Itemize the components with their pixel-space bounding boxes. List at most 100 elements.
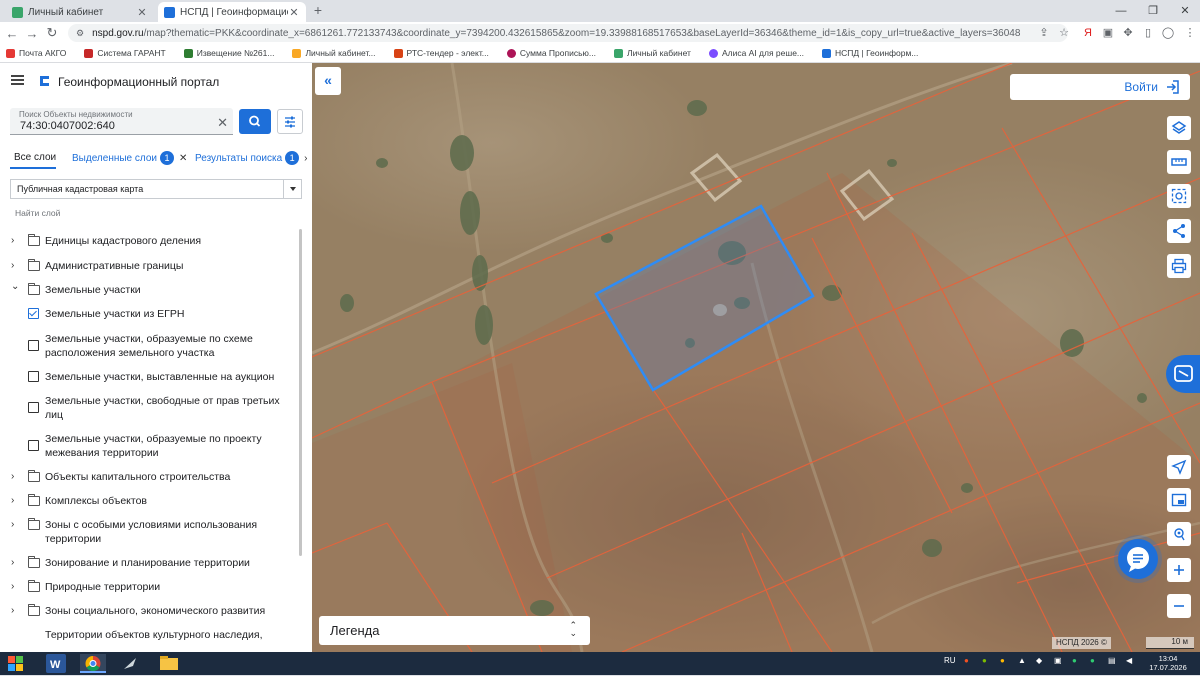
- back-icon[interactable]: ←: [2, 26, 22, 41]
- tray-icon[interactable]: ●: [1000, 656, 1005, 665]
- layer-group[interactable]: › Природные территории: [0, 580, 300, 594]
- close-icon[interactable]: ✕: [136, 6, 148, 19]
- network-icon[interactable]: ▤: [1108, 656, 1116, 665]
- panel-scrollbar[interactable]: [299, 229, 302, 556]
- layer-checkbox-item[interactable]: Земельные участки, образуемые по проекту…: [0, 432, 300, 460]
- chevron-right-icon[interactable]: ›: [11, 556, 21, 570]
- tray-icon[interactable]: ◆: [1036, 656, 1042, 665]
- layer-checkbox-item[interactable]: Земельные участки, образуемые по схеме р…: [0, 332, 300, 360]
- profile-icon[interactable]: ◯: [1160, 25, 1176, 41]
- chrome-icon[interactable]: [80, 654, 106, 673]
- menu-icon[interactable]: ⋮: [1182, 25, 1198, 41]
- rocket-app-icon[interactable]: [118, 654, 142, 673]
- chevron-right-icon[interactable]: ›: [11, 470, 21, 484]
- chat-button[interactable]: [1118, 539, 1158, 579]
- navigate-button[interactable]: [1167, 455, 1191, 479]
- extension-icon[interactable]: ▣: [1100, 25, 1116, 41]
- volume-icon[interactable]: ◀: [1126, 656, 1132, 665]
- new-tab-button[interactable]: +: [310, 3, 326, 19]
- bookmark[interactable]: НСПД | Геоинформ...: [822, 48, 918, 58]
- tray-icon[interactable]: ●: [1072, 656, 1077, 665]
- tab-search-results[interactable]: Результаты поиска 1 ›: [195, 147, 308, 169]
- close-icon[interactable]: ✕: [179, 153, 187, 164]
- layer-group[interactable]: › Комплексы объектов: [0, 494, 300, 508]
- bookmark[interactable]: Алиса AI для реше...: [708, 48, 804, 58]
- site-info-icon[interactable]: ⚙: [76, 28, 84, 39]
- yandex-icon[interactable]: Я: [1080, 25, 1096, 41]
- address-bar[interactable]: ⚙ nspd.gov.ru/map?thematic=PKK&coordinat…: [68, 24, 1068, 42]
- bookmark[interactable]: Личный кабинет: [613, 48, 691, 58]
- share-icon[interactable]: ⇪: [1036, 25, 1052, 41]
- find-layer-label[interactable]: Найти слой: [15, 208, 60, 218]
- legend-button[interactable]: Легенда ⌃ ⌄: [319, 616, 590, 645]
- layers-button[interactable]: [1167, 116, 1191, 140]
- language-indicator[interactable]: RU: [944, 656, 956, 665]
- minimap-button[interactable]: [1167, 488, 1191, 512]
- tray-icon[interactable]: ●: [1090, 656, 1095, 665]
- layer-group[interactable]: Территории объектов культурного наследия…: [0, 628, 300, 642]
- file-explorer-icon[interactable]: [156, 654, 182, 673]
- map-view[interactable]: « Войти Легенда ⌃ ⌄ НСПД 2026 © 10 м: [312, 63, 1200, 652]
- close-window-icon[interactable]: ✕: [1170, 0, 1200, 22]
- tab-selected-layers[interactable]: Выделенные слои 1 ✕: [72, 147, 187, 169]
- base-map-select[interactable]: Публичная кадастровая карта: [10, 179, 302, 199]
- print-button[interactable]: [1167, 254, 1191, 278]
- clear-icon[interactable]: ✕: [217, 115, 228, 131]
- bookmark[interactable]: Извещение №261...: [183, 48, 274, 58]
- puzzle-icon[interactable]: ✥: [1120, 25, 1136, 41]
- filter-button[interactable]: [277, 109, 303, 134]
- hamburger-menu-icon[interactable]: [11, 75, 24, 85]
- checkbox[interactable]: [28, 402, 39, 413]
- tray-icon[interactable]: ▲: [1018, 656, 1026, 665]
- collapse-panel-button[interactable]: «: [315, 67, 341, 95]
- share-button[interactable]: [1167, 219, 1191, 243]
- bookmark[interactable]: РТС-тендер - элект...: [393, 48, 489, 58]
- word-icon[interactable]: W: [46, 654, 66, 673]
- chevron-right-icon[interactable]: ›: [11, 494, 21, 508]
- chevron-right-icon[interactable]: ›: [11, 604, 21, 618]
- windows-start-icon[interactable]: [8, 656, 24, 671]
- checkbox[interactable]: [28, 340, 39, 351]
- forward-icon[interactable]: →: [22, 26, 42, 41]
- tab-all-layers[interactable]: Все слои: [10, 147, 56, 169]
- tray-icon[interactable]: ▣: [1054, 656, 1062, 665]
- search-button[interactable]: [239, 109, 271, 134]
- close-icon[interactable]: ✕: [288, 6, 300, 19]
- browser-tab[interactable]: Личный кабинет ✕: [6, 2, 154, 22]
- layer-group[interactable]: › Зонирование и планирование территории: [0, 556, 300, 570]
- zoom-out-button[interactable]: [1167, 594, 1191, 618]
- checkbox[interactable]: [28, 440, 39, 451]
- chevron-right-icon[interactable]: ›: [11, 580, 21, 594]
- layer-group-expanded[interactable]: ⌄ Земельные участки: [0, 280, 300, 297]
- chevron-right-icon[interactable]: ›: [11, 234, 21, 248]
- chevron-right-icon[interactable]: ›: [11, 518, 21, 532]
- browser-tab-active[interactable]: НСПД | Геоинформационный п ✕: [158, 2, 306, 22]
- zoom-in-button[interactable]: [1167, 558, 1191, 582]
- bookmark[interactable]: Сумма Прописью...: [506, 48, 596, 58]
- locate-button[interactable]: [1167, 522, 1191, 546]
- yandex-tray-icon[interactable]: ●: [964, 656, 969, 665]
- layer-checkbox-item[interactable]: Земельные участки из ЕГРН: [0, 307, 300, 321]
- checkbox-checked[interactable]: [28, 308, 39, 319]
- sidebar-icon[interactable]: ▯: [1140, 25, 1156, 41]
- layer-group[interactable]: › Зоны с особыми условиями использования…: [0, 518, 300, 546]
- layer-group[interactable]: › Объекты капитального строительства: [0, 470, 300, 484]
- layer-checkbox-item[interactable]: Земельные участки, выставленные на аукци…: [0, 370, 300, 384]
- checkbox[interactable]: [28, 371, 39, 382]
- layer-group[interactable]: › Единицы кадастрового деления: [0, 234, 300, 248]
- area-select-button[interactable]: [1167, 184, 1191, 208]
- minimize-icon[interactable]: —: [1106, 0, 1136, 22]
- system-clock[interactable]: 13:04 17.07.2026: [1148, 654, 1188, 672]
- bookmark[interactable]: Система ГАРАНТ: [84, 48, 166, 58]
- tray-icon[interactable]: ●: [982, 656, 987, 665]
- maximize-icon[interactable]: ❐: [1138, 0, 1168, 22]
- layer-checkbox-item[interactable]: Земельные участки, свободные от прав тре…: [0, 394, 300, 422]
- bookmark[interactable]: Почта АКГО: [6, 48, 66, 58]
- chevron-down-icon[interactable]: ⌄: [11, 280, 21, 294]
- info-panel-tab[interactable]: [1166, 355, 1200, 393]
- measure-button[interactable]: [1167, 150, 1191, 174]
- reload-icon[interactable]: ↻: [42, 25, 62, 41]
- bookmark[interactable]: Личный кабинет...: [292, 48, 376, 58]
- search-input[interactable]: Поиск Объекты недвижимости 74:30:0407002…: [10, 108, 233, 135]
- layer-group[interactable]: › Зоны социального, экономического разви…: [0, 604, 300, 618]
